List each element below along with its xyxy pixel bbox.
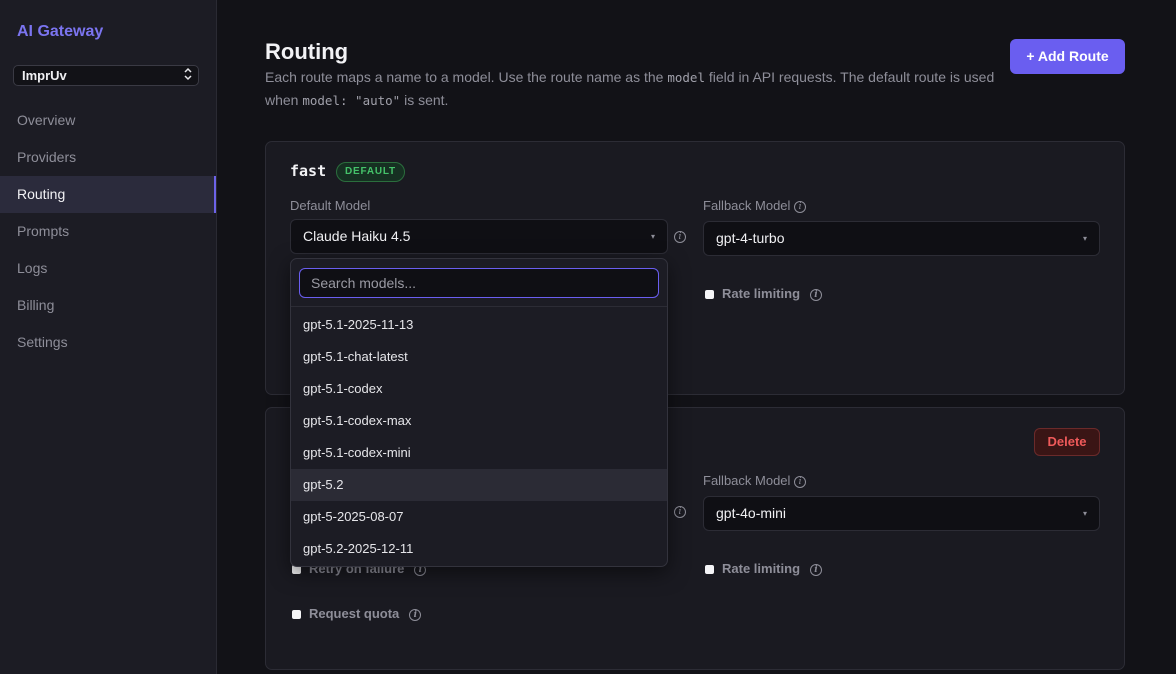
- default-badge: DEFAULT: [336, 162, 405, 182]
- desc-text: Each route maps a name to a model. Use t…: [265, 69, 668, 85]
- sidebar-item-prompts[interactable]: Prompts: [0, 213, 216, 250]
- model-option[interactable]: gpt-5.2: [291, 469, 667, 501]
- model-option[interactable]: gpt-5.2-2025-12-11: [291, 533, 667, 565]
- model-option[interactable]: gpt-5.1-2025-11-13: [291, 309, 667, 341]
- sidebar-item-settings[interactable]: Settings: [0, 324, 216, 361]
- fallback-model-value: gpt-4o-mini: [716, 505, 787, 521]
- sidebar-item-billing[interactable]: Billing: [0, 287, 216, 324]
- fallback-model-select[interactable]: gpt-4-turbo ▾: [703, 221, 1100, 256]
- model-option[interactable]: gpt-5.1-codex: [291, 373, 667, 405]
- fallback-model-label-text: Fallback Model: [703, 198, 791, 213]
- chevron-up-down-icon: [183, 67, 193, 83]
- desc-code: model: "auto": [302, 93, 401, 108]
- chevron-down-icon: ▾: [1082, 234, 1087, 243]
- fallback-model-label-text: Fallback Model: [703, 473, 791, 488]
- request-quota-label: Request quota: [309, 606, 400, 621]
- desc-text: is sent.: [400, 92, 449, 108]
- default-model-label: Default Model: [290, 198, 371, 213]
- rate-limiting-label: Rate limiting: [722, 286, 801, 301]
- info-icon[interactable]: i: [409, 608, 422, 621]
- info-icon[interactable]: i: [794, 200, 807, 213]
- divider: [291, 306, 667, 307]
- sidebar: AI Gateway ImprUv Overview Providers Rou…: [0, 0, 217, 674]
- chevron-down-icon: ▾: [1082, 509, 1087, 518]
- add-route-button[interactable]: + Add Route: [1010, 39, 1125, 74]
- fallback-model-label: Fallback Model i: [703, 198, 807, 213]
- request-quota-toggle[interactable]: Request quota i: [292, 606, 422, 621]
- rate-limiting-label: Rate limiting: [722, 561, 801, 576]
- route-name: fast: [290, 162, 327, 180]
- info-icon[interactable]: i: [794, 475, 807, 488]
- default-model-value: Claude Haiku 4.5: [303, 228, 411, 244]
- sidebar-item-routing[interactable]: Routing: [0, 176, 216, 213]
- checkbox[interactable]: [705, 565, 714, 574]
- checkbox[interactable]: [705, 290, 714, 299]
- chevron-down-icon: ▾: [650, 232, 655, 241]
- model-option[interactable]: gpt-5.1-codex-max: [291, 405, 667, 437]
- delete-route-button[interactable]: Delete: [1034, 428, 1100, 456]
- model-options-list: gpt-5.1-2025-11-13 gpt-5.1-chat-latest g…: [291, 309, 667, 565]
- model-option[interactable]: gpt-5.1-codex-mini: [291, 437, 667, 469]
- sidebar-item-overview[interactable]: Overview: [0, 102, 216, 139]
- sidebar-item-logs[interactable]: Logs: [0, 250, 216, 287]
- default-model-select[interactable]: Claude Haiku 4.5 ▾: [290, 219, 668, 254]
- brand-title: AI Gateway: [17, 23, 104, 40]
- fallback-model-select[interactable]: gpt-4o-mini ▾: [703, 496, 1100, 531]
- info-icon[interactable]: i: [810, 288, 823, 301]
- model-dropdown: gpt-5.1-2025-11-13 gpt-5.1-chat-latest g…: [290, 258, 668, 567]
- fallback-model-label: Fallback Model i: [703, 473, 807, 488]
- info-icon[interactable]: i: [674, 231, 686, 243]
- rate-limiting-toggle[interactable]: Rate limiting i: [705, 286, 823, 301]
- model-option[interactable]: gpt-5.1-chat-latest: [291, 341, 667, 373]
- rate-limiting-toggle[interactable]: Rate limiting i: [705, 561, 823, 576]
- desc-code: model: [667, 70, 705, 85]
- model-search-input[interactable]: [299, 268, 659, 298]
- workspace-select[interactable]: ImprUv: [13, 65, 199, 86]
- model-option[interactable]: gpt-5-2025-08-07: [291, 501, 667, 533]
- sidebar-item-providers[interactable]: Providers: [0, 139, 216, 176]
- info-icon[interactable]: i: [674, 506, 686, 518]
- sidebar-nav: Overview Providers Routing Prompts Logs …: [0, 102, 216, 361]
- page-title: Routing: [265, 39, 349, 64]
- workspace-name: ImprUv: [22, 68, 67, 83]
- page-description: Each route maps a name to a model. Use t…: [265, 66, 1000, 112]
- info-icon[interactable]: i: [810, 563, 823, 576]
- fallback-model-value: gpt-4-turbo: [716, 230, 785, 246]
- checkbox[interactable]: [292, 610, 301, 619]
